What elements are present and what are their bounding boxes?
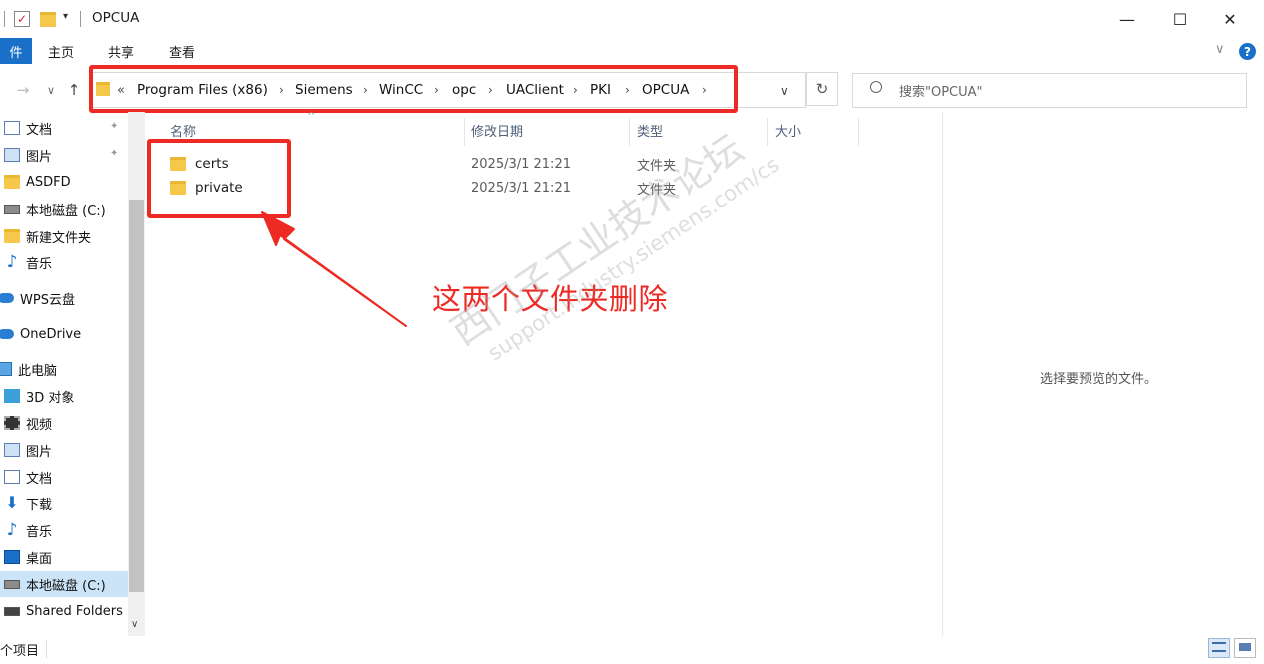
scroll-down-arrow-icon[interactable]: ∨ <box>131 619 138 630</box>
window-title: OPCUA <box>92 10 140 26</box>
arrow-shape <box>261 211 407 327</box>
sidebar-item-pictures-2[interactable]: 图片 <box>0 437 128 463</box>
sidebar-item-onedrive[interactable]: OneDrive <box>0 321 128 347</box>
file-modified: 2025/3/1 21:21 <box>471 156 571 172</box>
refresh-button[interactable]: ↻ <box>806 72 838 106</box>
status-bar <box>0 636 1264 664</box>
drive-icon <box>4 204 20 214</box>
onedrive-icon <box>0 329 14 339</box>
music-icon: ♪ <box>6 252 18 272</box>
close-button[interactable]: ✕ <box>1207 0 1253 38</box>
sidebar-item-downloads[interactable]: ⬇ 下载 <box>0 490 128 516</box>
highlight-address-box <box>89 65 738 113</box>
sidebar-item-music-2[interactable]: ♪ 音乐 <box>0 517 128 543</box>
tab-file[interactable]: 件 <box>0 38 32 64</box>
sidebar-item-pictures[interactable]: 图片 <box>0 142 128 168</box>
3d-objects-icon <box>4 389 20 403</box>
document-icon <box>4 121 20 135</box>
title-separator <box>4 11 5 27</box>
tab-share[interactable]: 共享 <box>108 38 134 64</box>
column-header-size[interactable]: 大小 <box>775 118 801 142</box>
sidebar-item-shared-folders[interactable]: Shared Folders <box>0 598 128 624</box>
column-divider[interactable] <box>858 118 859 146</box>
drive-icon <box>4 579 20 589</box>
pin-icon[interactable]: ✦ <box>110 121 118 132</box>
download-icon: ⬇ <box>5 493 19 512</box>
search-icon <box>870 81 882 93</box>
preview-divider[interactable] <box>942 112 943 636</box>
help-icon[interactable]: ? <box>1239 43 1256 60</box>
sidebar-item-new-folder[interactable]: 新建文件夹 <box>0 223 128 249</box>
tab-home[interactable]: 主页 <box>48 38 74 64</box>
up-button[interactable]: ↑ <box>63 78 85 102</box>
sidebar-item-3d-objects[interactable]: 3D 对象 <box>0 383 128 409</box>
network-drive-icon <box>4 606 20 616</box>
sidebar-item-documents[interactable]: 文档 <box>0 115 128 141</box>
column-header-type[interactable]: 类型 <box>637 118 663 142</box>
picture-icon <box>4 148 20 162</box>
column-divider[interactable] <box>464 118 465 146</box>
status-item-count: 个项目 <box>0 644 40 659</box>
preview-message: 选择要预览的文件。 <box>1040 372 1158 387</box>
sidebar-item-asdfd[interactable]: ASDFD <box>0 169 128 195</box>
sort-ascending-icon: ^ <box>307 111 316 122</box>
annotation-arrow <box>261 211 407 327</box>
watermark-line1: 西门子工业技术论坛 <box>443 126 752 354</box>
music-icon: ♪ <box>6 520 18 540</box>
sidebar-scrollbar-thumb[interactable] <box>129 200 144 592</box>
video-icon <box>4 416 20 430</box>
status-divider <box>46 640 47 658</box>
column-divider[interactable] <box>629 118 630 146</box>
computer-icon <box>0 362 12 376</box>
watermark: 西门子工业技术论坛 support.industry.siemens.com/c… <box>438 107 783 376</box>
cloud-icon <box>0 293 14 303</box>
pin-icon[interactable]: ✦ <box>110 148 118 159</box>
large-icons-view-button[interactable] <box>1234 638 1256 658</box>
sidebar-item-desktop[interactable]: 桌面 <box>0 544 128 570</box>
sidebar-item-videos[interactable]: 视频 <box>0 410 128 436</box>
tab-view[interactable]: 查看 <box>169 38 195 64</box>
title-separator <box>80 11 81 27</box>
search-placeholder: 搜索"OPCUA" <box>899 85 983 100</box>
sidebar-item-music[interactable]: ♪ 音乐 <box>0 249 128 275</box>
document-icon <box>4 470 20 484</box>
details-view-button[interactable] <box>1208 638 1230 658</box>
details-view-icon <box>1212 642 1226 652</box>
folder-icon <box>4 229 20 243</box>
new-folder-icon[interactable] <box>40 12 56 27</box>
desktop-icon <box>4 550 20 564</box>
forward-button[interactable]: → <box>12 78 34 102</box>
maximize-button[interactable]: ☐ <box>1157 0 1203 38</box>
column-divider[interactable] <box>767 118 768 146</box>
large-icons-view-icon <box>1239 643 1251 651</box>
sidebar-item-local-disk-c[interactable]: 本地磁盘 (C:) <box>0 196 128 222</box>
picture-icon <box>4 443 20 457</box>
sidebar-item-this-pc[interactable]: 此电脑 <box>0 356 128 382</box>
title-bar <box>0 0 1264 38</box>
column-header-modified[interactable]: 修改日期 <box>471 118 523 142</box>
address-dropdown-icon[interactable]: ∨ <box>780 81 789 101</box>
recent-locations-button[interactable]: ∨ <box>40 78 62 102</box>
folder-icon <box>4 175 20 189</box>
file-modified: 2025/3/1 21:21 <box>471 180 571 196</box>
minimize-button[interactable]: — <box>1104 0 1150 38</box>
sidebar-item-wps-cloud[interactable]: WPS云盘 <box>0 285 128 311</box>
ribbon-expand-chevron-icon[interactable]: ∨ <box>1215 42 1225 57</box>
sidebar-item-documents-2[interactable]: 文档 <box>0 464 128 490</box>
properties-icon[interactable]: ✓ <box>14 11 30 27</box>
quick-access-dropdown-icon[interactable]: ▾ <box>63 11 68 22</box>
sidebar-item-local-disk-c-selected[interactable]: 本地磁盘 (C:) <box>0 571 128 597</box>
